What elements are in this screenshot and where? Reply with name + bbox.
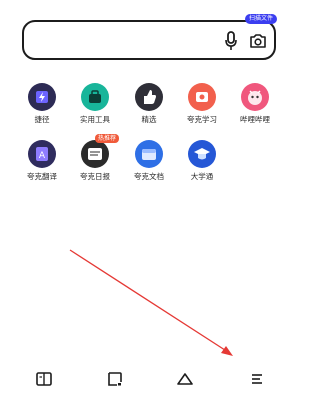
app-quark-docs[interactable]: 夸克文档	[122, 140, 176, 182]
camera-icon[interactable]	[249, 32, 267, 50]
search-box[interactable]: 扫描文件	[22, 14, 277, 60]
shortcut-icon	[28, 83, 56, 111]
app-label: 捷径	[34, 115, 50, 124]
graduation-cap-icon	[188, 140, 216, 168]
annotation-arrow	[69, 249, 233, 356]
app-bilibili[interactable]: 哔哩哔哩	[228, 83, 282, 125]
app-university[interactable]: 大学通	[175, 140, 229, 182]
study-icon	[188, 83, 216, 111]
app-label: 精选	[141, 115, 157, 124]
app-label: 夸克日报	[80, 172, 110, 181]
tabs-icon[interactable]	[106, 370, 124, 388]
app-label: 哔哩哔哩	[240, 115, 270, 124]
daily-news-icon: 热推荐	[81, 134, 120, 168]
app-label: 大学通	[190, 172, 214, 181]
app-featured[interactable]: 精选	[122, 83, 176, 125]
app-tools[interactable]: 实用工具	[68, 83, 122, 125]
menu-icon[interactable]	[248, 370, 266, 388]
app-label: 夸克文档	[134, 172, 164, 181]
microphone-icon[interactable]	[224, 31, 238, 51]
app-shortcut[interactable]: 捷径	[15, 83, 69, 125]
hot-badge: 热推荐	[95, 134, 120, 143]
cloud-icon[interactable]	[176, 370, 194, 388]
bilibili-icon	[241, 83, 269, 111]
scan-file-badge[interactable]: 扫描文件	[244, 14, 277, 24]
app-quark-translate[interactable]: A 夸克翻译	[15, 140, 69, 182]
document-icon	[135, 140, 163, 168]
app-label: 实用工具	[80, 115, 110, 124]
toolbox-icon	[81, 83, 109, 111]
app-quark-daily[interactable]: 热推荐 夸克日报	[68, 134, 122, 182]
app-label: 夸克学习	[187, 115, 217, 124]
book-icon[interactable]	[35, 370, 53, 388]
app-quark-study[interactable]: 夸克学习	[175, 83, 229, 125]
svg-text:A: A	[39, 151, 46, 161]
app-label: 夸克翻译	[27, 172, 57, 181]
translate-icon: A	[28, 140, 56, 168]
thumbs-up-icon	[135, 83, 163, 111]
